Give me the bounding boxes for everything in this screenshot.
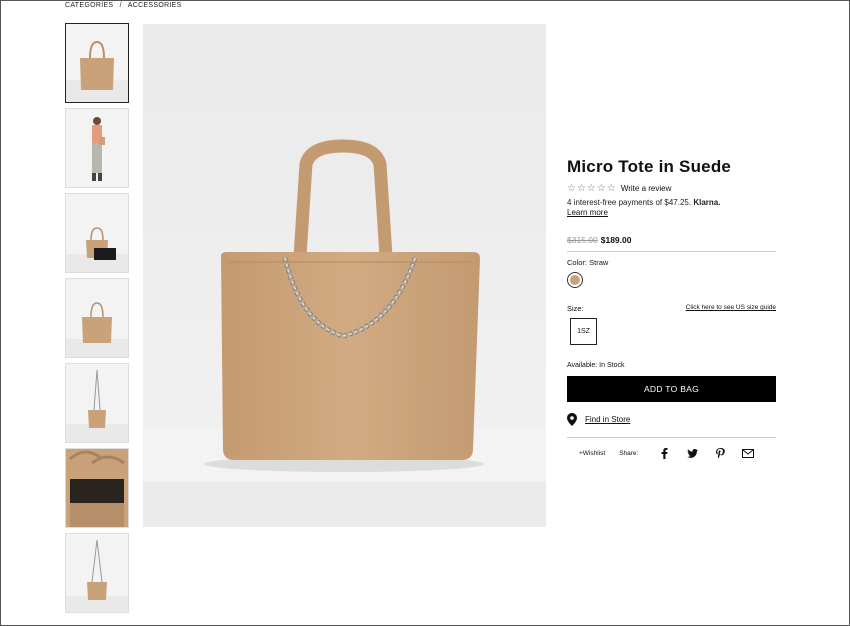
divider (567, 251, 776, 252)
write-review-link[interactable]: Write a review (621, 184, 672, 193)
swatch-fill (570, 275, 580, 285)
pinterest-icon[interactable] (706, 448, 734, 459)
color-swatch-straw[interactable] (567, 272, 583, 288)
availability-status: Available: In Stock (567, 362, 625, 369)
add-to-bag-button[interactable]: ADD TO BAG (567, 376, 776, 402)
color-value: Straw (589, 258, 609, 267)
thumbnail-crossbody-alt[interactable] (65, 533, 129, 613)
rating-stars-icon[interactable]: ☆☆☆☆☆ (567, 183, 617, 194)
color-label-text: Color: (567, 258, 588, 267)
wishlist-link[interactable]: +Wishlist (579, 450, 605, 457)
size-guide-link[interactable]: Click here to see US size guide (686, 304, 776, 313)
klarna-message: 4 interest-free payments of $47.25. Klar… (567, 198, 776, 208)
share-label: Share: (619, 450, 639, 457)
review-row: ☆☆☆☆☆ Write a review (567, 183, 776, 194)
thumbnail-model[interactable] (65, 108, 129, 188)
breadcrumb-accessories[interactable]: ACCESSORIES (128, 2, 182, 9)
share-row: +Wishlist Share: (567, 448, 776, 459)
thumbnail-with-pouch[interactable] (65, 193, 129, 273)
find-in-store-row[interactable]: Find in Store (567, 413, 776, 426)
product-details: Micro Tote in Suede ☆☆☆☆☆ Write a review… (567, 150, 776, 459)
twitter-icon[interactable] (678, 449, 706, 458)
facebook-icon[interactable] (650, 448, 678, 459)
size-option-1sz[interactable]: 1SZ (570, 318, 597, 345)
find-in-store-link[interactable]: Find in Store (585, 415, 630, 424)
location-pin-icon (567, 413, 577, 426)
product-title: Micro Tote in Suede (567, 157, 732, 176)
thumbnail-front-alt[interactable] (65, 278, 129, 358)
original-price: $315.00 (567, 235, 598, 245)
thumbnail-interior[interactable] (65, 448, 129, 528)
divider (567, 437, 776, 438)
learn-more-link[interactable]: Learn more (567, 208, 776, 217)
price: $315.00 $189.00 (567, 235, 776, 245)
size-label: Size: (567, 304, 584, 313)
color-label: Color: Straw (567, 258, 776, 267)
klarna-logo: Klarna. (693, 198, 721, 207)
size-row: Size: Click here to see US size guide (567, 304, 776, 313)
sale-price: $189.00 (600, 235, 632, 245)
breadcrumb-categories[interactable]: CATEGORIES (65, 2, 113, 9)
klarna-text: 4 interest-free payments of $47.25. (567, 198, 692, 207)
breadcrumb-separator: / (119, 2, 122, 9)
email-icon[interactable] (734, 449, 762, 458)
breadcrumb: CATEGORIES / ACCESSORIES (65, 2, 186, 9)
thumbnail-crossbody[interactable] (65, 363, 129, 443)
thumbnail-front[interactable] (65, 23, 129, 103)
main-product-image[interactable] (143, 24, 546, 527)
